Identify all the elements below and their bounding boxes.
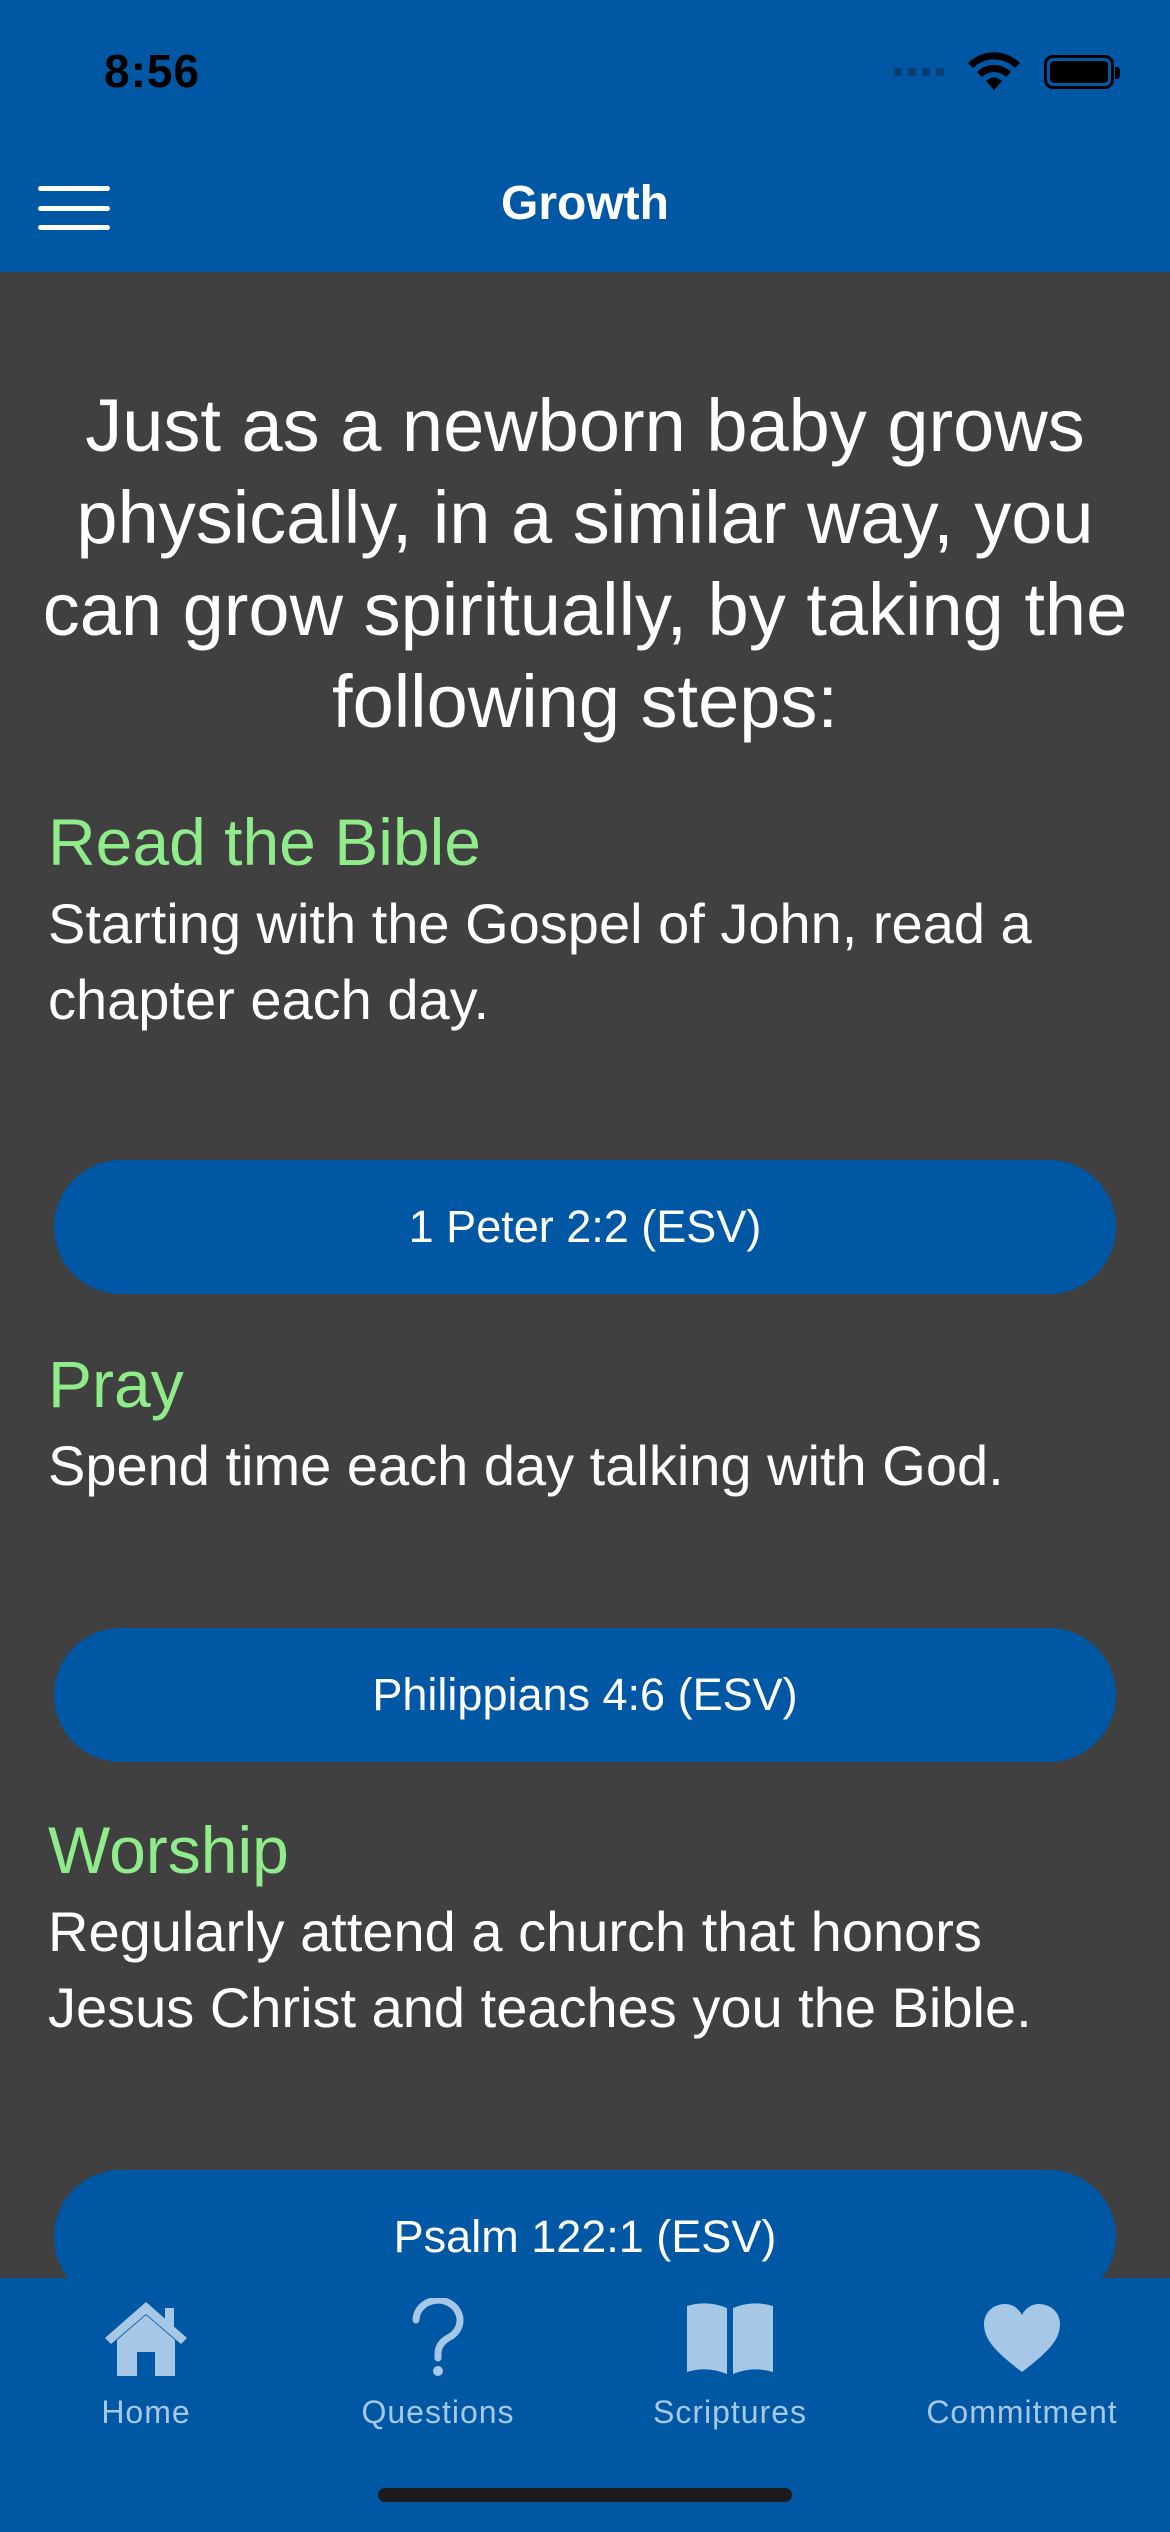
content-scroll-area[interactable]: Just as a newborn baby grows physically,… <box>0 272 1170 2278</box>
wifi-icon <box>968 52 1020 90</box>
tab-scriptures[interactable]: Scriptures <box>584 2296 876 2446</box>
battery-icon <box>1044 55 1120 89</box>
section-heading-read-bible: Read the Bible <box>48 805 481 879</box>
open-book-icon <box>684 2296 776 2380</box>
page-title: Growth <box>501 177 669 230</box>
question-mark-icon <box>392 2296 484 2380</box>
section-heading-worship: Worship <box>48 1813 289 1887</box>
verse-button-1-peter[interactable]: 1 Peter 2:2 (ESV) <box>54 1160 1116 1294</box>
tab-questions-label: Questions <box>361 2394 515 2430</box>
section-body-read-bible: Starting with the Gospel of John, read a… <box>48 892 1032 1031</box>
intro-text: Just as a newborn baby grows physically,… <box>42 384 1128 743</box>
heart-icon <box>976 2296 1068 2380</box>
status-time: 8:56 <box>104 45 201 97</box>
tab-scriptures-label: Scriptures <box>652 2394 808 2430</box>
tab-commitment[interactable]: Commitment <box>876 2296 1168 2446</box>
tab-home[interactable]: Home <box>0 2296 292 2446</box>
section-body-worship: Regularly attend a church that honors Je… <box>48 1900 1032 2039</box>
verse-button-philippians[interactable]: Philippians 4:6 (ESV) <box>54 1628 1116 1762</box>
tab-home-label: Home <box>101 2394 191 2430</box>
growth-screen: 8:56 Growth Just as a newborn baby grows… <box>0 0 1170 2532</box>
tab-questions[interactable]: Questions <box>292 2296 584 2446</box>
status-icons <box>894 52 1120 92</box>
tab-commitment-label: Commitment <box>926 2394 1118 2430</box>
cellular-signal-icon <box>894 68 944 76</box>
section-heading-pray: Pray <box>48 1347 184 1421</box>
home-indicator[interactable] <box>378 2488 792 2502</box>
verse-button-psalm[interactable]: Psalm 122:1 (ESV) <box>54 2170 1116 2278</box>
home-icon <box>100 2296 192 2380</box>
top-bar: 8:56 Growth <box>0 0 1170 272</box>
section-body-pray: Spend time each day talking with God. <box>48 1434 1004 1497</box>
